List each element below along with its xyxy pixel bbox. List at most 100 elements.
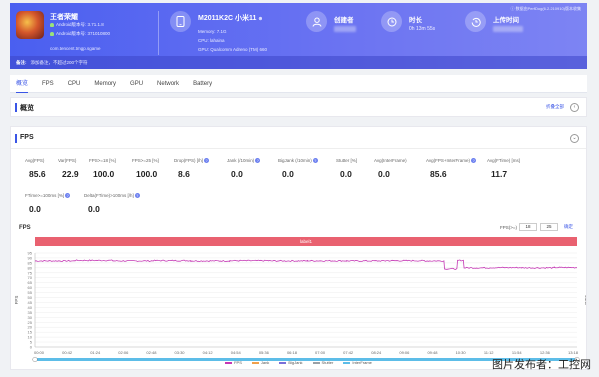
metric-value: 0.0 xyxy=(88,204,100,215)
tab-battery[interactable]: Battery xyxy=(193,75,212,93)
fps-section: FPS ⌄ Avg(FPS) 85.6 Var(FPS) 22.9 FPS>=18 [%… xyxy=(10,126,587,370)
android-version: Android版本号: 3.71.1.8 xyxy=(50,22,104,28)
y-tick-label: 20 xyxy=(28,325,33,330)
x-tick-label: 07:42 xyxy=(343,350,354,355)
fps-threshold-input-1[interactable]: 18 xyxy=(519,223,537,231)
x-tick-label: 04:54 xyxy=(231,350,242,355)
metric-label: Drop(FPS) [/h]? xyxy=(174,158,210,164)
legend-item[interactable]: InterFrame xyxy=(343,360,372,365)
metric-label: Avg(FTime) [ms] xyxy=(487,158,521,163)
x-tick-label: 02:48 xyxy=(146,350,157,355)
fps-metric: FPS>=18 [%] 100.0 xyxy=(89,158,116,179)
legend-item[interactable]: Stutter xyxy=(312,360,333,365)
confirm-button[interactable]: 确定 xyxy=(564,224,573,230)
y-tick-label: 85 xyxy=(28,260,33,265)
tab-memory[interactable]: Memory xyxy=(94,75,116,93)
note-bar[interactable]: 备注: 添加备注，不超过200个字符 xyxy=(10,56,587,69)
y-tick-label: 0 xyxy=(30,345,33,350)
help-icon[interactable]: ? xyxy=(312,158,318,164)
help-icon[interactable]: ? xyxy=(134,193,140,199)
duration-title: 时长 xyxy=(409,17,422,24)
perfdog-report-page: 王者荣耀 Android版本号: 3.71.1.8 Android版本号: 37… xyxy=(0,0,599,377)
collapse-all-link[interactable]: 折叠全部 xyxy=(546,104,564,110)
x-tick-label: 11:54 xyxy=(512,350,522,355)
y-tick-label: 95 xyxy=(28,251,33,256)
header-divider xyxy=(158,11,159,55)
help-icon[interactable]: ? xyxy=(204,158,210,164)
legend-item[interactable]: Jank xyxy=(251,360,269,365)
fps-metric: BigJank (/10min)? 0.0 xyxy=(278,158,318,179)
tab-cpu[interactable]: CPU xyxy=(68,75,81,93)
creator-title: 创建者 xyxy=(334,17,354,24)
metric-label: Avg(FPS) xyxy=(25,158,45,163)
fps-metric: FTime>=100ms [%]? 0.0 xyxy=(25,193,71,214)
x-tick-label: 09:48 xyxy=(427,350,438,355)
tab-gpu[interactable]: GPU xyxy=(130,75,143,93)
y-tick-label: 45 xyxy=(28,300,33,305)
metric-value: 11.7 xyxy=(491,169,508,179)
tab-network[interactable]: Network xyxy=(157,75,179,93)
y-tick-label: 10 xyxy=(28,335,33,340)
overview-section: 概览 折叠全部 ‹ xyxy=(10,97,587,117)
fps-metric: Avg(FPS+InterFrame)? 85.6 xyxy=(426,158,477,180)
legend-item[interactable]: FPS xyxy=(225,360,242,365)
x-tick-label: 02:06 xyxy=(118,350,129,355)
chevron-down-icon[interactable]: ⌄ xyxy=(570,134,579,143)
y-tick-label: 35 xyxy=(28,310,33,315)
x-tick-label: 05:36 xyxy=(259,350,270,355)
help-icon[interactable]: ? xyxy=(255,158,261,164)
metric-label: FPS>=18 [%] xyxy=(89,158,116,163)
y-tick-label: 50 xyxy=(28,295,33,300)
fps-metric: Jank (/10min)? 0.0 xyxy=(227,158,261,179)
metric-label: Var(FPS) xyxy=(58,158,77,163)
metric-value: 85.6 xyxy=(430,169,447,180)
app-name: 王者荣耀 xyxy=(50,14,78,21)
device-model: M2011K2C 小米11 ⊕ xyxy=(198,15,263,22)
y-tick-label: 75 xyxy=(28,270,33,275)
y-tick-label: 70 xyxy=(28,275,33,280)
x-tick-label: 00:42 xyxy=(62,350,73,355)
duration-value: 0h 13m 55s xyxy=(409,26,436,32)
fps-threshold-label: FPS(>=) xyxy=(499,225,517,230)
fps-metric: Avg(InterFrame) 0.0 xyxy=(374,158,407,179)
metric-label: BigJank (/10min)? xyxy=(278,158,318,164)
android-icon xyxy=(50,31,54,36)
user-icon xyxy=(306,11,327,32)
chart-title: FPS xyxy=(19,225,31,231)
metric-value: 8.6 xyxy=(178,169,190,180)
x-tick-label: 08:24 xyxy=(371,350,382,355)
metric-label: FPS>=25 [%] xyxy=(132,158,159,163)
y-axis-label: FPS xyxy=(14,296,19,305)
x-tick-label: 07:00 xyxy=(315,350,326,355)
app-icon xyxy=(16,11,44,39)
note-placeholder[interactable]: 添加备注，不超过200个字符 xyxy=(31,60,88,65)
help-icon[interactable]: ? xyxy=(471,158,477,164)
y2-axis-label: Jank xyxy=(584,295,586,305)
y-tick-label: 60 xyxy=(28,285,33,290)
android-icon xyxy=(50,22,54,27)
android-build: Android版本号: 371010800 xyxy=(50,31,110,37)
help-icon[interactable]: ? xyxy=(65,193,71,199)
fps-threshold-input-2[interactable]: 25 xyxy=(540,223,558,231)
x-tick-label: 03:30 xyxy=(175,350,186,355)
metric-value: 0.0 xyxy=(282,169,294,180)
x-tick-label: 12:36 xyxy=(540,350,551,355)
watermark: 图片发布者：工控网 xyxy=(492,359,591,371)
history-icon xyxy=(465,11,486,32)
x-tick-label: 01:24 xyxy=(90,350,101,355)
fps-metric: Avg(FPS) 85.6 xyxy=(25,158,46,179)
section-marker xyxy=(15,103,17,112)
legend-item[interactable]: BigJank xyxy=(279,360,303,365)
y-tick-label: 15 xyxy=(28,330,33,335)
tab-fps[interactable]: FPS xyxy=(42,75,54,93)
package-name: com.tencent.tmgp.sgame xyxy=(50,46,101,51)
x-tick-label: 06:18 xyxy=(287,350,298,355)
chevron-left-icon[interactable]: ‹ xyxy=(570,103,579,112)
x-tick-label: 11:12 xyxy=(484,350,494,355)
tab-overview[interactable]: 概览 xyxy=(16,75,29,93)
y-tick-label: 40 xyxy=(28,305,33,310)
metric-label: Avg(InterFrame) xyxy=(374,158,407,163)
x-tick-label: 13:18 xyxy=(568,350,579,355)
fps-metric: FPS>=25 [%] 100.0 xyxy=(132,158,159,179)
perfdog-version: ⓘ 数据由PerfDog(6.2.210910)版本收集 xyxy=(510,6,581,11)
